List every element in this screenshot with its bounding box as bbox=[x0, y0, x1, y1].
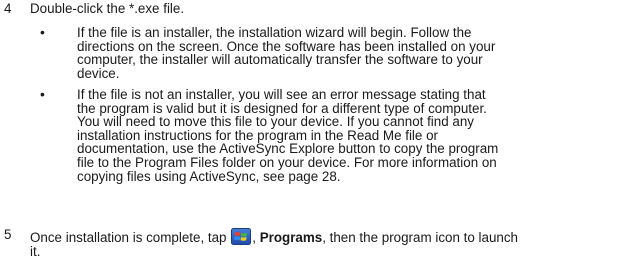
bullet-icon: • bbox=[40, 86, 45, 102]
step-text: Once installation is complete, tap , Pro… bbox=[30, 228, 620, 259]
programs-label: Programs bbox=[259, 230, 323, 245]
bullet-text: If the file is an installer, the install… bbox=[77, 26, 617, 80]
step-text: Double-click the *.exe file. bbox=[30, 1, 185, 16]
bullet-line: documentation, use the ActiveSync Explor… bbox=[77, 141, 499, 157]
step-text-after-bold: , then the program icon to launch bbox=[322, 230, 518, 245]
step-text-before-icon: Once installation is complete, tap bbox=[30, 230, 231, 245]
step-text-separator: , bbox=[252, 230, 260, 245]
bullet-line: file to the Program Files folder on your… bbox=[77, 154, 497, 170]
bullet-line: If the file is an installer, the install… bbox=[77, 25, 472, 40]
step-number: 4 bbox=[4, 1, 12, 16]
bullet-line: copying files using ActiveSync, see page… bbox=[77, 168, 341, 184]
step-line-2: it. bbox=[30, 244, 41, 259]
bullet-line: If the file is not an installer, you wil… bbox=[77, 87, 486, 102]
bullet-text: If the file is not an installer, you wil… bbox=[77, 88, 617, 183]
step-line: Once installation is complete, tap , Pro… bbox=[30, 228, 620, 245]
bullet-line: computer, the installer will automatical… bbox=[77, 52, 483, 68]
bullet-line: the program is valid but it is designed … bbox=[77, 100, 487, 116]
bullet-icon: • bbox=[40, 24, 45, 40]
bullet-line: directions on the screen. Once the softw… bbox=[77, 38, 496, 54]
windows-start-icon bbox=[231, 228, 252, 245]
bullet-line: You will need to move this file to your … bbox=[77, 114, 474, 130]
bullet-line: installation instructions for the progra… bbox=[77, 127, 438, 143]
step-number: 5 bbox=[4, 227, 12, 242]
bullet-line: device. bbox=[77, 65, 120, 81]
